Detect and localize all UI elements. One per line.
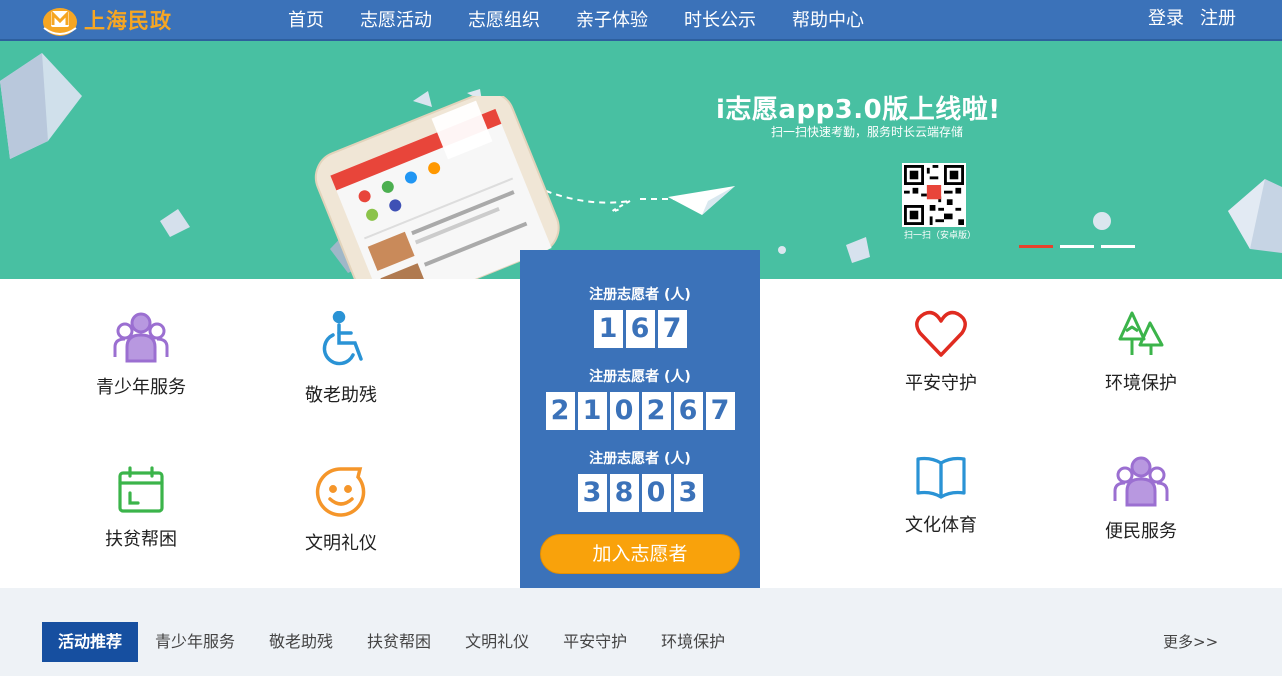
counter-digit: 7 [657,310,687,348]
banner-subtitle: 扫一扫快速考勤，服务时长云端存储 [771,125,964,139]
service-safety[interactable]: 平安守护 [871,309,1011,395]
activity-section: 活动推荐 青少年服务 敬老助残 扶贫帮困 文明礼仪 平安守护 环境保护 更多>> [0,588,1282,676]
stat-label: 注册志愿者 (人) [589,369,691,385]
counter-digit: 0 [641,474,671,512]
counter-digit: 6 [625,310,655,348]
tab-elderly[interactable]: 敬老助残 [252,622,350,662]
counter-digit: 1 [593,310,623,348]
counter-digit: 6 [673,392,703,430]
tab-recommended[interactable]: 活动推荐 [42,622,139,662]
service-poverty-label: 扶贫帮困 [105,529,177,550]
service-elderly[interactable]: 敬老助残 [271,311,411,407]
banner-decoration [0,53,1282,273]
tab-environment[interactable]: 环境保护 [644,622,742,662]
nav-help[interactable]: 帮助中心 [774,0,882,41]
auth-links: 登录 注册 [1132,0,1236,37]
qr-code-icon [904,165,964,225]
group-people-icon [1113,456,1169,507]
service-youth[interactable]: 青少年服务 [71,311,211,399]
smiley-face-icon [315,467,366,517]
counter-digit: 2 [545,392,575,430]
carousel-indicators [1019,245,1142,248]
login-link[interactable]: 登录 [1148,0,1184,37]
banner-title: i志愿app3.0版上线啦! [716,95,1001,125]
service-culture[interactable]: 文化体育 [871,455,1011,537]
logo-text: 上海民政 [84,9,172,33]
counter-digit: 3 [673,474,703,512]
calendar-icon [118,466,164,513]
service-etiquette-label: 文明礼仪 [305,533,377,554]
wheelchair-icon [322,311,363,366]
nav-activities[interactable]: 志愿活动 [342,0,450,41]
nav-hours[interactable]: 时长公示 [666,0,774,41]
service-culture-label: 文化体育 [905,515,977,536]
volunteer-stats-panel: 注册志愿者 (人) 1 6 7 注册志愿者 (人) 2 1 0 2 6 7 注册… [520,250,760,588]
qr-caption: 扫一扫（安卓版） [904,231,977,241]
service-elderly-label: 敬老助残 [305,385,377,406]
activity-tabs: 活动推荐 青少年服务 敬老助残 扶贫帮困 文明礼仪 平安守护 环境保护 [42,622,742,662]
service-safety-label: 平安守护 [905,373,977,394]
service-environment-label: 环境保护 [1105,373,1177,394]
heart-icon [915,310,967,357]
open-book-icon [916,456,966,499]
trees-icon [1118,311,1164,355]
nav-family[interactable]: 亲子体验 [558,0,666,41]
counter-digit: 0 [609,392,639,430]
counter-digit: 7 [705,392,735,430]
service-convenience-label: 便民服务 [1105,521,1177,542]
stat-label: 注册志愿者 (人) [589,451,691,467]
nav-home[interactable]: 首页 [270,0,342,41]
group-people-icon [113,312,169,363]
carousel-dot-2[interactable] [1060,245,1094,248]
site-logo[interactable]: 上海民政 [40,2,172,38]
tab-youth[interactable]: 青少年服务 [138,622,252,662]
stat-label: 注册志愿者 (人) [589,287,691,303]
stat-counter-3: 3 8 0 3 [520,474,760,512]
stat-counter-2: 2 1 0 2 6 7 [520,392,760,430]
qr-code [902,163,966,227]
service-etiquette[interactable]: 文明礼仪 [271,465,411,555]
carousel-dot-1[interactable] [1019,245,1053,248]
top-navigation-bar: 上海民政 首页 志愿活动 志愿组织 亲子体验 时长公示 帮助中心 登录 注册 [0,0,1282,41]
main-nav: 首页 志愿活动 志愿组织 亲子体验 时长公示 帮助中心 [270,0,882,41]
tab-safety[interactable]: 平安守护 [546,622,644,662]
logo-emblem-icon [43,8,77,36]
tab-poverty[interactable]: 扶贫帮困 [350,622,448,662]
counter-digit: 3 [577,474,607,512]
register-link[interactable]: 注册 [1200,0,1236,37]
carousel-dot-3[interactable] [1101,245,1135,248]
hero-banner[interactable]: i志愿app3.0版上线啦! 扫一扫快速考勤，服务时长云端存储 扫一扫（安卓版） [0,41,1282,279]
counter-digit: 1 [577,392,607,430]
service-poverty[interactable]: 扶贫帮困 [71,465,211,551]
service-convenience[interactable]: 便民服务 [1071,455,1211,543]
tab-etiquette[interactable]: 文明礼仪 [448,622,546,662]
more-link[interactable]: 更多>> [1163,622,1218,662]
counter-digit: 2 [641,392,671,430]
join-volunteer-button[interactable]: 加入志愿者 [540,534,740,574]
stat-counter-1: 1 6 7 [520,310,760,348]
counter-digit: 8 [609,474,639,512]
service-youth-label: 青少年服务 [96,377,186,398]
nav-organizations[interactable]: 志愿组织 [450,0,558,41]
service-environment[interactable]: 环境保护 [1071,309,1211,395]
